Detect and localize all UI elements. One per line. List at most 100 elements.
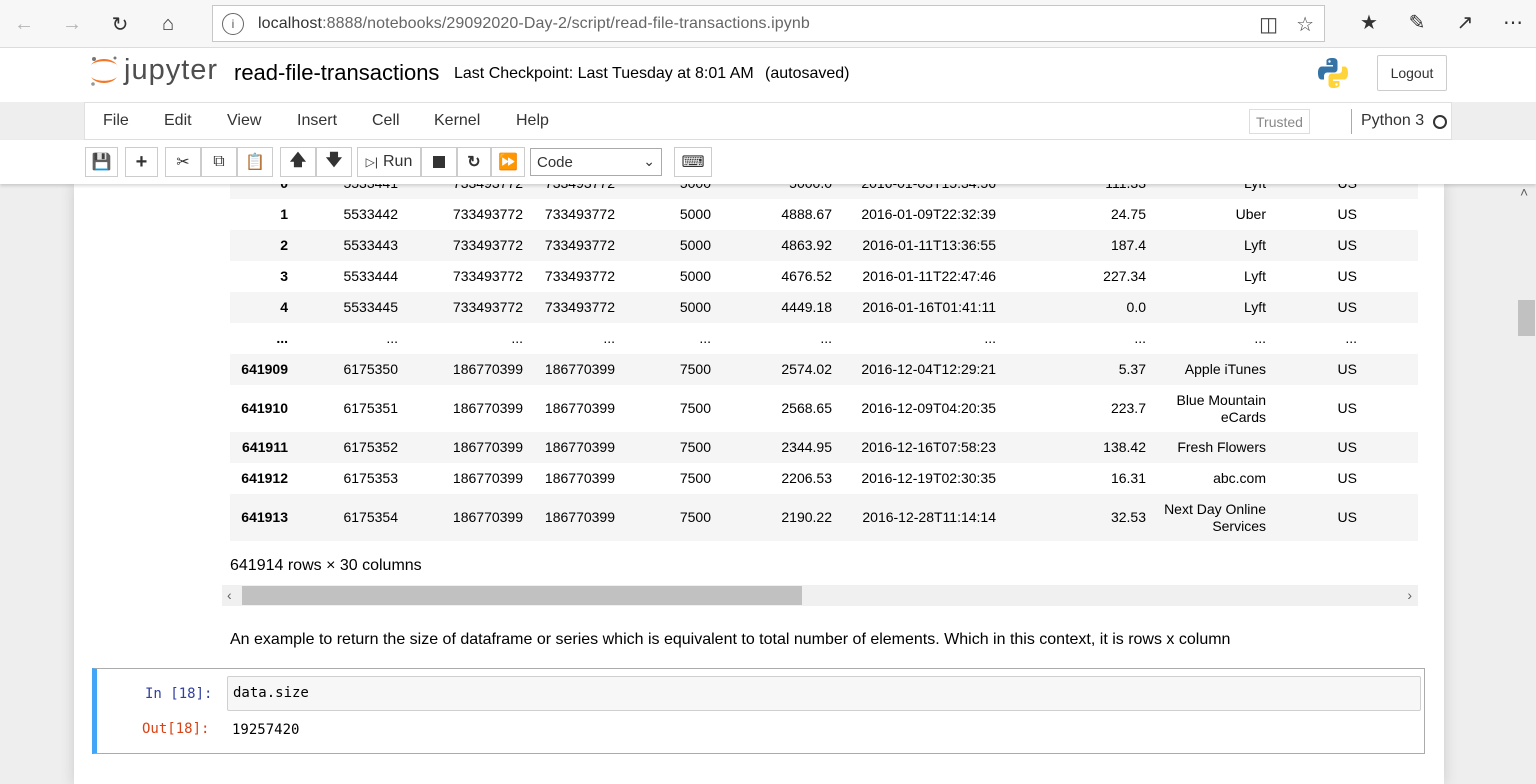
output-prompt: Out[18]: xyxy=(142,721,210,737)
table-cell: 733493772 xyxy=(452,268,523,284)
table-cell: 5533445 xyxy=(343,299,398,315)
logout-button[interactable]: Logout xyxy=(1377,55,1447,91)
trusted-badge[interactable]: Trusted xyxy=(1249,109,1310,134)
scrollbar-thumb[interactable] xyxy=(242,586,802,605)
cell-type-select[interactable]: Code ⌄ xyxy=(530,148,662,176)
forward-icon[interactable]: → xyxy=(56,8,88,40)
table-cell: 733493772 xyxy=(452,299,523,315)
table-cell-spacer xyxy=(1365,432,1418,463)
site-info-icon[interactable]: i xyxy=(222,12,244,35)
table-cell: US xyxy=(1337,268,1357,284)
table-cell: abc.com xyxy=(1213,470,1266,486)
table-cell: 2016-12-16T07:58:23 xyxy=(861,439,996,455)
table-cell: 2016-01-16T01:41:11 xyxy=(862,299,996,315)
table-cell: 24.75 xyxy=(1110,206,1146,222)
table-cell: Lyft xyxy=(1243,299,1266,315)
table-cell: 5000 xyxy=(623,184,719,199)
row-index: 2 xyxy=(280,237,288,253)
markdown-cell-text[interactable]: An example to return the size of datafra… xyxy=(230,631,1230,649)
scroll-right-icon[interactable]: › xyxy=(1407,587,1412,603)
menu-cell[interactable]: Cell xyxy=(372,112,400,130)
row-index: 1 xyxy=(280,206,288,222)
restart-run-all-button[interactable]: ⏩ xyxy=(491,147,525,177)
favorites-list-icon[interactable]: ★ xyxy=(1356,10,1382,35)
run-button[interactable]: ▷| Run xyxy=(357,147,421,177)
table-cell-spacer xyxy=(1365,261,1418,292)
table-cell: ... xyxy=(1345,330,1357,346)
menu-insert[interactable]: Insert xyxy=(297,112,337,130)
table-cell: 186770399 xyxy=(544,439,615,455)
table-cell: 5533443 xyxy=(343,237,398,253)
table-row: 4 5533445 733493772 733493772 5000 4449.18 201… xyxy=(230,292,1418,323)
move-up-button[interactable]: 🡅 xyxy=(280,147,316,177)
table-cell: ... xyxy=(511,330,523,346)
jupyter-logo-icon[interactable] xyxy=(88,54,120,88)
notebook-name[interactable]: read-file-transactions xyxy=(234,60,439,86)
table-row: 641911 6175352 186770399 186770399 7500 2344.… xyxy=(230,432,1418,463)
table-cell: 733493772 xyxy=(544,268,615,284)
command-palette-button[interactable]: ⌨ xyxy=(674,147,712,177)
row-index: 641911 xyxy=(242,439,288,455)
menu-help[interactable]: Help xyxy=(516,112,549,130)
more-icon[interactable]: ⋯ xyxy=(1500,10,1526,35)
interrupt-button[interactable] xyxy=(421,147,457,177)
table-cell: 186770399 xyxy=(452,470,523,486)
table-cell: 4888.67 xyxy=(781,206,832,222)
refresh-icon[interactable]: ↻ xyxy=(104,8,136,40)
table-cell: 5533444 xyxy=(343,268,398,284)
vertical-scrollbar[interactable]: ˄ xyxy=(1517,184,1536,774)
restart-button[interactable]: ↻ xyxy=(457,147,491,177)
table-cell: 16.31 xyxy=(1110,470,1146,486)
table-cell-spacer xyxy=(1365,354,1418,385)
cut-button[interactable]: ✂ xyxy=(165,147,201,177)
favorite-star-icon[interactable]: ☆ xyxy=(1296,12,1314,37)
menu-view[interactable]: View xyxy=(227,112,261,130)
scroll-left-icon[interactable]: ‹ xyxy=(227,587,232,603)
table-row: 641909 6175350 186770399 186770399 7500 2574.… xyxy=(230,354,1418,385)
table-cell: 186770399 xyxy=(544,361,615,377)
table-row: 1 5533442 733493772 733493772 5000 4888.67 201… xyxy=(230,199,1418,230)
table-cell: US xyxy=(1337,439,1357,455)
table-cell: 7500 xyxy=(679,509,711,525)
code-input[interactable]: data.size xyxy=(227,676,1421,711)
table-cell: US xyxy=(1337,237,1357,253)
scroll-up-icon[interactable]: ˄ xyxy=(1520,184,1528,200)
row-index: 4 xyxy=(280,299,288,315)
code-cell[interactable]: In [18]: data.size Out[18]: 19257420 xyxy=(92,668,1425,754)
table-cell: 733493772 xyxy=(406,184,531,199)
table-cell: 733493772 xyxy=(544,237,615,253)
insert-cell-button[interactable]: + xyxy=(125,147,158,177)
back-icon[interactable]: ← xyxy=(8,8,40,40)
table-row: 3 5533444 733493772 733493772 5000 4676.52 201… xyxy=(230,261,1418,292)
move-down-button[interactable]: 🡇 xyxy=(316,147,352,177)
menu-kernel[interactable]: Kernel xyxy=(434,112,480,130)
table-cell: 733493772 xyxy=(452,206,523,222)
share-icon[interactable]: ↗ xyxy=(1452,10,1478,35)
vertical-scrollbar-thumb[interactable] xyxy=(1518,300,1535,336)
address-bar[interactable]: i localhost:8888/notebooks/29092020-Day-… xyxy=(212,5,1325,42)
table-cell: 2344.95 xyxy=(781,439,832,455)
save-button[interactable]: 💾 xyxy=(85,147,118,177)
table-cell: 5533442 xyxy=(343,206,398,222)
menu-edit[interactable]: Edit xyxy=(164,112,192,130)
menu-file[interactable]: File xyxy=(103,112,129,130)
table-cell: US xyxy=(1337,206,1357,222)
pen-icon[interactable]: ✎ xyxy=(1404,10,1430,35)
table-row: 641910 6175351 186770399 186770399 7500 2568.… xyxy=(230,385,1418,432)
table-cell: 733493772 xyxy=(544,206,615,222)
home-icon[interactable]: ⌂ xyxy=(152,8,184,40)
table-cell: 7500 xyxy=(679,361,711,377)
table-cell: 138.42 xyxy=(1103,439,1146,455)
table-cell: 4863.92 xyxy=(781,237,832,253)
reading-view-icon[interactable]: ◫ xyxy=(1259,12,1278,37)
jupyter-logo-text[interactable]: jupyter xyxy=(124,54,218,87)
horizontal-scrollbar[interactable]: ‹ › xyxy=(222,585,1418,606)
table-row: 2 5533443 733493772 733493772 5000 4863.92 201… xyxy=(230,230,1418,261)
step-forward-icon: ▷| xyxy=(365,155,378,169)
paste-button[interactable]: 📋 xyxy=(237,147,273,177)
copy-button[interactable]: ⧉ xyxy=(201,147,237,177)
table-cell-spacer xyxy=(1365,199,1418,230)
dataframe-table: 0553344173349377273349377250005000.02016… xyxy=(230,184,1418,541)
save-icon: 💾 xyxy=(91,154,112,171)
table-cell: 2016-12-09T04:20:35 xyxy=(861,400,996,416)
